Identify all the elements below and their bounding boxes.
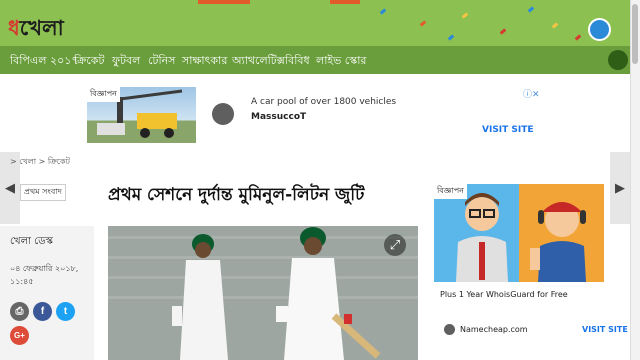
page: ধখেলা বিপিএল ২০১৭ ক্রিকেট ফুটবল টেনিস সা… (0, 0, 640, 360)
ad-sidebar[interactable]: বিজ্ঞাপন Plus 1 Year WhoisGuard for Free… (434, 184, 628, 344)
nav-item-cricket[interactable]: ক্রিকেট (74, 52, 104, 71)
article-photo[interactable]: ⤢ (108, 226, 418, 360)
scroll-thumb[interactable] (632, 4, 638, 64)
breadcrumb: > খেলা > ক্রিকেট (10, 156, 70, 169)
nav-item-live-score[interactable]: লাইভ স্কোর (316, 52, 366, 71)
expand-icon[interactable]: ⤢ (384, 234, 406, 256)
globe-icon (444, 324, 455, 335)
confetti (379, 8, 387, 15)
publish-date: ০৪ ফেব্রুয়ারি ২০১৮, ১১:৪৫ (10, 264, 79, 286)
site-logo[interactable]: ধখেলা (8, 12, 64, 46)
confetti (447, 34, 455, 41)
confetti (551, 22, 559, 29)
next-article-arrow[interactable]: ▶ (610, 152, 630, 224)
google-plus-share-icon[interactable]: G+ (10, 326, 29, 345)
author-name[interactable]: খেলা ডেস্ক (10, 234, 53, 251)
author-box: খেলা ডেস্ক ০৪ ফেব্রুয়ারি ২০১৮, ১১:৪৫ ⎙ … (0, 226, 94, 360)
confetti (461, 12, 469, 19)
ad-advertiser[interactable]: MassuccoT (251, 112, 306, 122)
adchoices-icon[interactable]: ⓘ✕ (523, 87, 540, 100)
facebook-share-icon[interactable]: f (33, 302, 52, 321)
main-nav: বিপিএল ২০১৭ ক্রিকেট ফুটবল টেনিস সাক্ষাৎক… (0, 46, 630, 74)
nav-item-interview[interactable]: সাক্ষাৎকার (182, 52, 227, 71)
visit-site-button[interactable]: VISIT SITE (582, 325, 628, 334)
nav-item-athletics[interactable]: অ্যাথলেটিক্স (232, 52, 285, 71)
nav-item-bpl[interactable]: বিপিএল ২০১৭ (10, 52, 79, 71)
ad-banner-top[interactable]: বিজ্ঞাপন A car pool of over 1800 vehicle… (87, 85, 545, 145)
visit-site-button[interactable]: VISIT SITE (482, 125, 534, 135)
nav-item-misc[interactable]: বিবিধ (285, 52, 310, 71)
ad-label: বিজ্ঞাপন (434, 184, 467, 199)
globe-icon (212, 103, 234, 125)
breadcrumb-home[interactable]: খেলা (19, 157, 36, 166)
breadcrumb-separator: > (38, 157, 46, 166)
header-accent (330, 0, 360, 4)
ad-title[interactable]: A car pool of over 1800 vehicles (251, 97, 396, 107)
breadcrumb-separator: > (10, 157, 17, 166)
ad-sidebar-domain[interactable]: Namecheap.com (460, 325, 528, 334)
nav-emblem-icon (608, 50, 628, 70)
confetti (499, 28, 507, 35)
site-header: ধখেলা (0, 0, 630, 46)
cricket-photo-graphic (108, 226, 418, 360)
nav-item-football[interactable]: ফুটবল (112, 52, 140, 71)
ad-sidebar-image[interactable]: বিজ্ঞাপন (434, 184, 604, 282)
confetti (419, 20, 427, 27)
header-accent (198, 0, 250, 4)
twitter-share-icon[interactable]: t (56, 302, 75, 321)
page-scrollbar[interactable] (630, 0, 640, 360)
confetti (574, 34, 582, 41)
logo-mark: ধ (8, 16, 20, 40)
confetti (527, 6, 535, 13)
print-icon[interactable]: ⎙ (10, 302, 29, 321)
sports-badge-icon (588, 18, 611, 41)
breadcrumb-section[interactable]: ক্রিকেট (48, 157, 70, 166)
article-tag[interactable]: প্রথম সংবাদ (20, 184, 66, 201)
ad-sidebar-text[interactable]: Plus 1 Year WhoisGuard for Free (440, 290, 568, 299)
article-headline: প্রথম সেশনে দুর্দান্ত মুমিনুল-লিটন জুটি (108, 185, 365, 205)
ad-label: বিজ্ঞাপন (87, 87, 120, 102)
nav-item-tennis[interactable]: টেনিস (148, 52, 175, 71)
ad-image[interactable]: বিজ্ঞাপন (87, 87, 196, 143)
logo-text: খেলা (19, 16, 64, 40)
